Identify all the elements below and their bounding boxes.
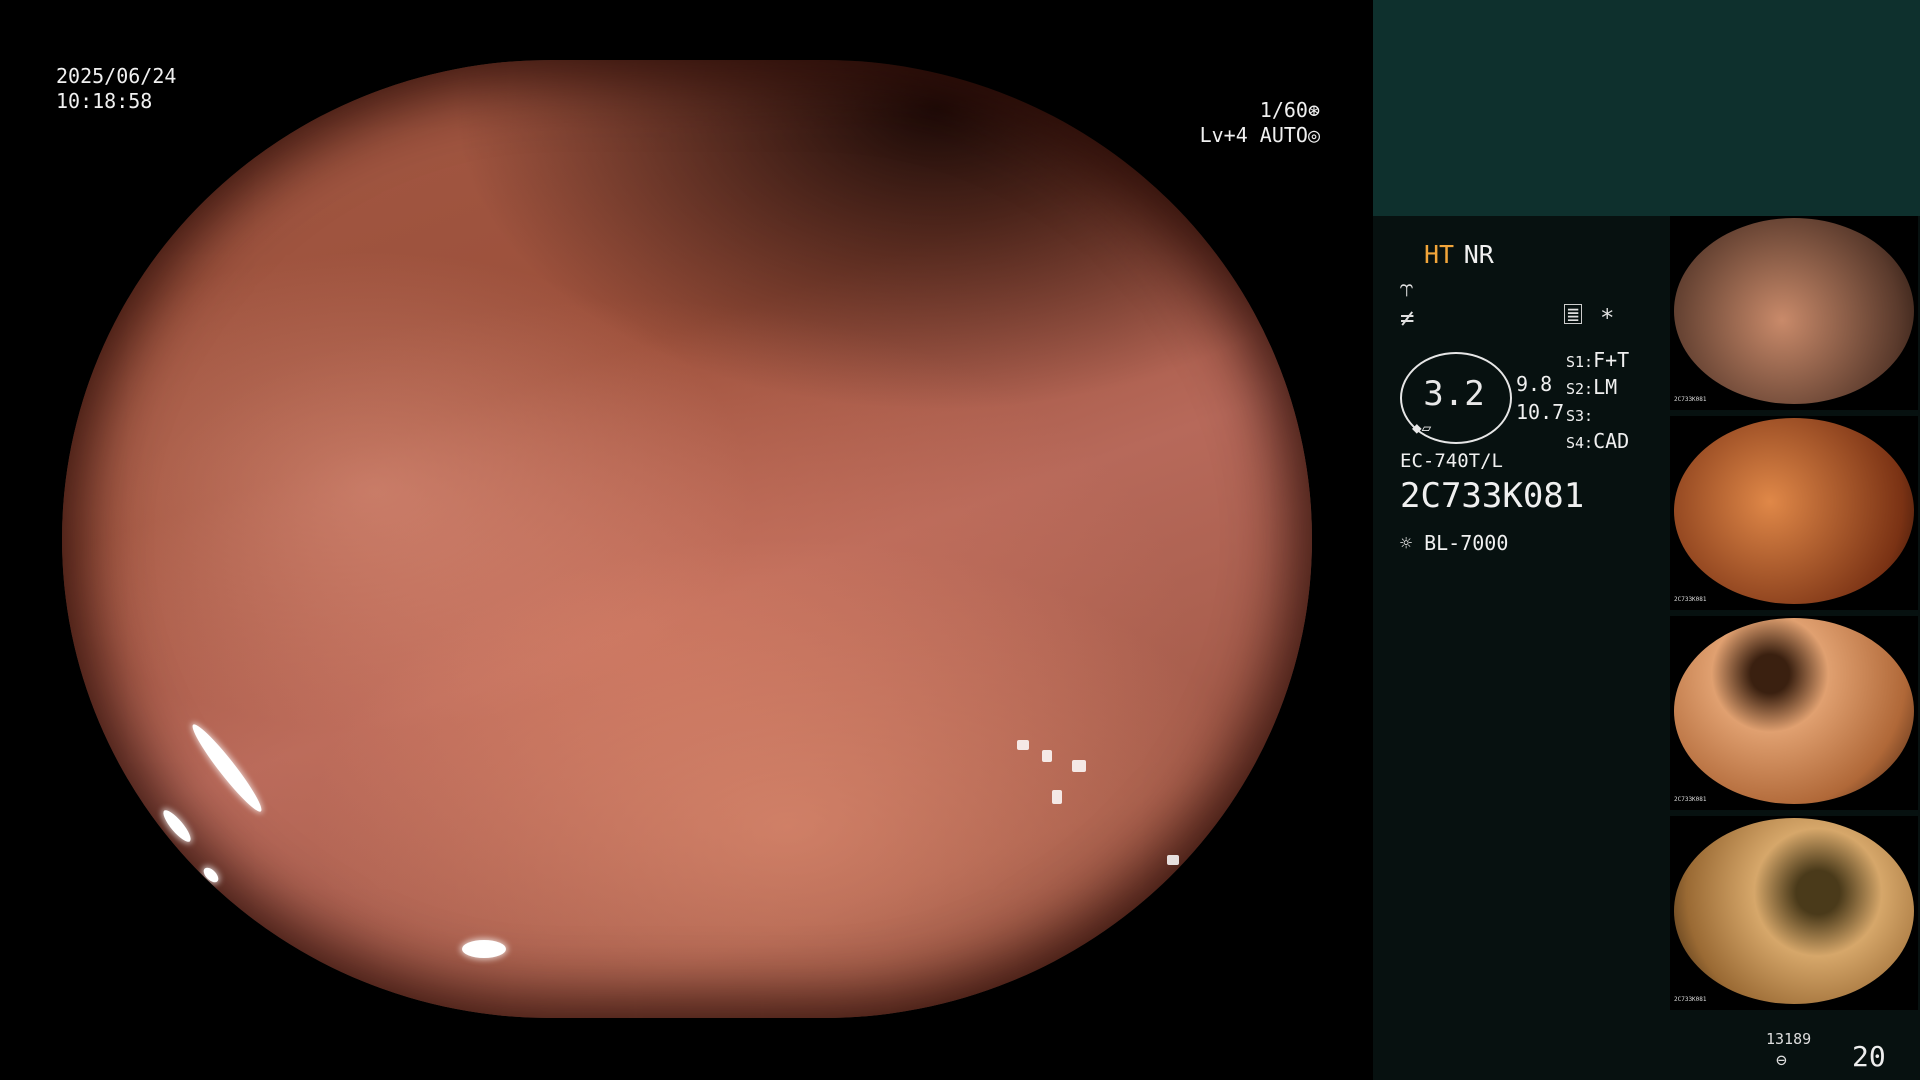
scope-model: EC-740T/L xyxy=(1400,450,1503,472)
light-source-label: BL-7000 xyxy=(1424,531,1509,555)
date-text: 2025/06/24 xyxy=(56,64,177,88)
thumbnail-image xyxy=(1674,818,1914,1004)
s2-key: S2: xyxy=(1566,380,1594,398)
thumbnail-3[interactable]: 2C733K081 xyxy=(1670,616,1918,810)
switch-assignments: S1:F+T S2:LM S3: S4:CAD xyxy=(1566,348,1629,456)
bubble xyxy=(1042,750,1052,762)
value-b: 10.7 xyxy=(1516,400,1565,424)
value-a: 9.8 xyxy=(1516,372,1553,396)
bubble xyxy=(1167,855,1179,865)
s3-key: S3: xyxy=(1566,407,1594,425)
star-icon: * xyxy=(1600,304,1615,332)
focus-icon: ◆▱ xyxy=(1412,418,1432,437)
mode-nr-label: NR xyxy=(1463,240,1494,269)
bubble xyxy=(1072,760,1086,772)
bubble xyxy=(1052,790,1062,804)
image-mode: HT NR xyxy=(1424,240,1494,269)
light-reflection xyxy=(462,940,506,958)
exposure-overlay: 1/60⊛ Lv+4 AUTO◎ xyxy=(1160,98,1320,148)
endoscope-view xyxy=(62,60,1312,1018)
light-source: ☼ BL-7000 xyxy=(1400,531,1508,556)
s2-value: LM xyxy=(1593,375,1618,399)
thumbnail-serial: 2C733K081 xyxy=(1674,796,1707,803)
light-bulb-icon: ☼ xyxy=(1400,531,1413,555)
freeze-icon: ≠ xyxy=(1400,304,1415,332)
time-text: 10:18:58 xyxy=(56,89,153,113)
datetime-overlay: 2025/06/24 10:18:58 xyxy=(56,64,176,114)
thumbnail-serial: 2C733K081 xyxy=(1674,996,1707,1003)
s1-value: F+T xyxy=(1593,348,1630,372)
light-reflection xyxy=(159,806,195,846)
settings-list-icon: ≣ xyxy=(1564,304,1583,324)
thumbnail-4[interactable]: 2C733K081 xyxy=(1670,816,1918,1010)
panel-header-area xyxy=(1373,0,1920,216)
thumbnail-serial: 2C733K081 xyxy=(1674,396,1707,403)
thumbnail-image xyxy=(1674,418,1914,604)
enhance-icon: ⥾ xyxy=(1400,274,1414,302)
scope-serial: 2C733K081 xyxy=(1400,476,1585,516)
thumbnail-image xyxy=(1674,218,1914,404)
mode-ht-label: HT xyxy=(1424,240,1455,269)
light-reflection xyxy=(186,719,268,817)
bubble xyxy=(1182,895,1190,907)
light-reflection xyxy=(201,865,221,885)
bubble xyxy=(1142,910,1152,920)
thumbnail-image xyxy=(1674,618,1914,804)
s1-key: S1: xyxy=(1566,353,1594,371)
s4-key: S4: xyxy=(1566,434,1594,452)
thumbnail-serial: 2C733K081 xyxy=(1674,596,1707,603)
thumbnail-1[interactable]: 2C733K081 xyxy=(1670,216,1918,410)
storage-icon: ⊖ xyxy=(1776,1050,1787,1071)
auto-iris-icon: ◎ xyxy=(1307,123,1320,147)
values-block: 9.8 10.7 xyxy=(1516,370,1564,426)
shutter-icon: ⊛ xyxy=(1307,98,1320,122)
shutter-text: 1/60 xyxy=(1259,98,1308,122)
s4-value: CAD xyxy=(1593,429,1630,453)
bubble xyxy=(1017,740,1029,750)
level-text: Lv+4 AUTO xyxy=(1199,123,1308,147)
thumbnail-2[interactable]: 2C733K081 xyxy=(1670,416,1918,610)
storage-count: 13189 xyxy=(1766,1030,1812,1048)
image-count: 20 xyxy=(1852,1040,1886,1073)
